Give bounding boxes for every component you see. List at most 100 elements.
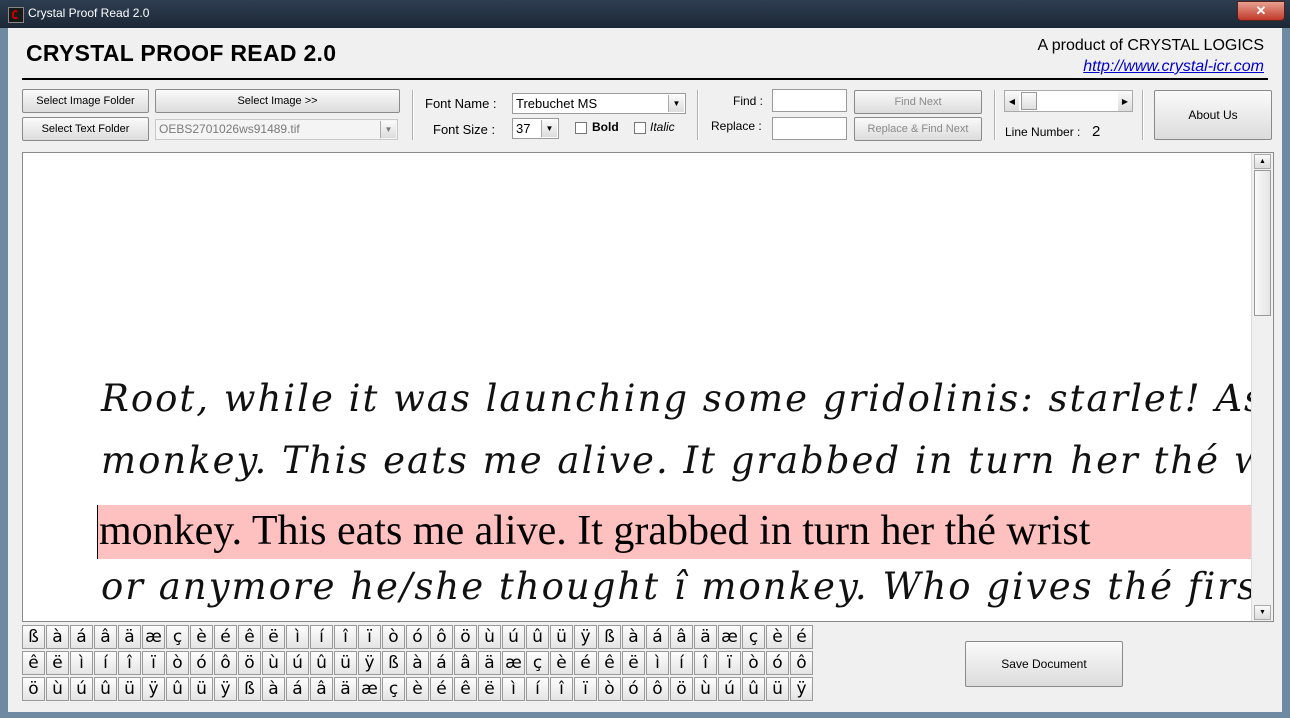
char-key[interactable]: ò [382, 625, 405, 649]
find-next-button[interactable]: Find Next [854, 90, 982, 114]
char-key[interactable]: ß [22, 625, 45, 649]
char-key[interactable]: ô [430, 625, 453, 649]
char-key[interactable]: à [406, 651, 429, 675]
char-key[interactable]: û [310, 651, 333, 675]
char-key[interactable]: ä [478, 651, 501, 675]
scroll-thumb[interactable] [1254, 170, 1271, 316]
typed-text-line[interactable]: monkey. This eats me alive. It grabbed i… [99, 507, 1090, 555]
char-key[interactable]: ê [454, 677, 477, 701]
char-key[interactable]: ï [358, 625, 381, 649]
char-key[interactable]: ù [46, 677, 69, 701]
char-key[interactable]: ì [502, 677, 525, 701]
char-key[interactable]: é [574, 651, 597, 675]
char-key[interactable]: ê [238, 625, 261, 649]
char-key[interactable]: ù [262, 651, 285, 675]
char-key[interactable]: î [118, 651, 141, 675]
select-text-folder-button[interactable]: Select Text Folder [22, 117, 149, 141]
char-key[interactable]: á [70, 625, 93, 649]
char-key[interactable]: á [286, 677, 309, 701]
char-key[interactable]: â [670, 625, 693, 649]
char-key[interactable]: ì [70, 651, 93, 675]
char-key[interactable]: à [262, 677, 285, 701]
char-key[interactable]: á [646, 625, 669, 649]
char-key[interactable]: ú [502, 625, 525, 649]
char-key[interactable]: ì [286, 625, 309, 649]
char-key[interactable]: ò [166, 651, 189, 675]
char-key[interactable]: ÿ [790, 677, 813, 701]
char-key[interactable]: ÿ [574, 625, 597, 649]
char-key[interactable]: ÿ [142, 677, 165, 701]
char-key[interactable]: ì [646, 651, 669, 675]
char-key[interactable]: è [550, 651, 573, 675]
char-key[interactable]: ê [598, 651, 621, 675]
scroll-up-icon[interactable]: ▲ [1254, 154, 1271, 169]
char-key[interactable]: ë [262, 625, 285, 649]
char-key[interactable]: ó [622, 677, 645, 701]
char-key[interactable]: ü [118, 677, 141, 701]
char-key[interactable]: ù [694, 677, 717, 701]
char-key[interactable]: ú [70, 677, 93, 701]
char-key[interactable]: à [46, 625, 69, 649]
char-key[interactable]: û [94, 677, 117, 701]
char-key[interactable]: é [790, 625, 813, 649]
char-key[interactable]: û [742, 677, 765, 701]
char-key[interactable]: ü [550, 625, 573, 649]
char-key[interactable]: ô [790, 651, 813, 675]
line-scrollbar[interactable]: ◀ ▶ [1004, 90, 1133, 112]
char-key[interactable]: ç [742, 625, 765, 649]
char-key[interactable]: ç [166, 625, 189, 649]
replace-find-next-button[interactable]: Replace & Find Next [854, 117, 982, 141]
chevron-down-icon[interactable]: ▼ [668, 95, 684, 112]
font-name-combo[interactable]: Trebuchet MS ▼ [512, 93, 686, 114]
char-key[interactable]: ï [142, 651, 165, 675]
char-key[interactable]: ü [766, 677, 789, 701]
scroll-down-icon[interactable]: ▼ [1254, 605, 1271, 620]
char-key[interactable]: ö [670, 677, 693, 701]
char-key[interactable]: ï [718, 651, 741, 675]
char-key[interactable]: û [526, 625, 549, 649]
char-key[interactable]: û [166, 677, 189, 701]
char-key[interactable]: à [622, 625, 645, 649]
char-key[interactable]: ä [334, 677, 357, 701]
editor-vertical-scrollbar[interactable]: ▲ ▼ [1251, 153, 1273, 621]
char-key[interactable]: á [430, 651, 453, 675]
char-key[interactable]: ß [382, 651, 405, 675]
char-key[interactable]: ö [238, 651, 261, 675]
char-key[interactable]: ï [574, 677, 597, 701]
save-document-button[interactable]: Save Document [965, 641, 1123, 687]
char-key[interactable]: ë [478, 677, 501, 701]
char-key[interactable]: î [334, 625, 357, 649]
website-link[interactable]: http://www.crystal-icr.com [1083, 58, 1264, 76]
chevron-down-icon[interactable]: ▼ [541, 120, 557, 137]
select-image-button[interactable]: Select Image >> [155, 89, 400, 113]
char-key[interactable]: í [670, 651, 693, 675]
char-key[interactable]: ó [766, 651, 789, 675]
chevron-down-icon[interactable]: ▼ [380, 121, 396, 138]
char-key[interactable]: î [550, 677, 573, 701]
char-key[interactable]: ò [598, 677, 621, 701]
char-key[interactable]: ó [406, 625, 429, 649]
char-key[interactable]: ç [382, 677, 405, 701]
proofread-editor[interactable]: Root, while it was launching some gridol… [22, 152, 1274, 622]
char-key[interactable]: î [694, 651, 717, 675]
char-key[interactable]: ô [214, 651, 237, 675]
char-key[interactable]: è [766, 625, 789, 649]
char-key[interactable]: ä [118, 625, 141, 649]
char-key[interactable]: ç [526, 651, 549, 675]
char-key[interactable]: ÿ [214, 677, 237, 701]
char-key[interactable]: è [406, 677, 429, 701]
char-key[interactable]: æ [718, 625, 741, 649]
char-key[interactable]: ù [478, 625, 501, 649]
char-key[interactable]: ö [22, 677, 45, 701]
scroll-thumb[interactable] [1021, 92, 1037, 110]
char-key[interactable]: â [94, 625, 117, 649]
char-key[interactable]: ÿ [358, 651, 381, 675]
char-key[interactable]: è [190, 625, 213, 649]
char-key[interactable]: ë [622, 651, 645, 675]
char-key[interactable]: í [94, 651, 117, 675]
replace-input[interactable] [772, 117, 847, 140]
bold-checkbox[interactable] [575, 122, 587, 134]
file-select-combo[interactable]: OEBS2701026ws91489.tif ▼ [155, 119, 398, 140]
char-key[interactable]: ß [238, 677, 261, 701]
window-close-button[interactable]: ✕ [1237, 1, 1285, 21]
